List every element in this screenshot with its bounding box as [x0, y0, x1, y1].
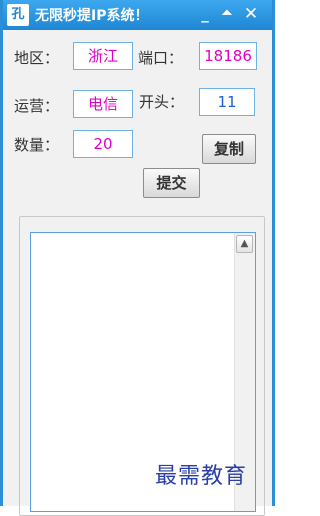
app-icon: 孔: [7, 4, 29, 26]
count-field[interactable]: 20: [73, 130, 133, 158]
window-title: 无限秒提IP系统！: [35, 8, 149, 24]
region-label: 地区：: [14, 49, 60, 67]
scroll-up-icon[interactable]: ▲: [236, 235, 253, 253]
carrier-field[interactable]: 电信: [73, 90, 133, 118]
port-label: 端口：: [138, 49, 184, 67]
title-bar[interactable]: 孔 无限秒提IP系统！ _ ⏶ ✕: [3, 0, 272, 30]
submit-button[interactable]: 提交: [143, 168, 200, 198]
maximize-icon[interactable]: ⏶: [218, 3, 236, 25]
app-window: 孔 无限秒提IP系统！ _ ⏶ ✕ 地区： 浙江 端口： 18186 运营： 电…: [0, 0, 275, 516]
prefix-field[interactable]: 11: [199, 88, 255, 116]
carrier-label: 运营：: [14, 97, 60, 115]
close-icon[interactable]: ✕: [242, 3, 260, 25]
prefix-label: 开头：: [139, 93, 185, 111]
minimize-icon[interactable]: _: [196, 3, 214, 25]
region-field[interactable]: 浙江: [73, 42, 133, 70]
count-label: 数量：: [14, 136, 60, 154]
port-field[interactable]: 18186: [199, 42, 257, 70]
copy-button[interactable]: 复制: [202, 134, 256, 164]
watermark-text: 最需教育: [155, 464, 248, 489]
